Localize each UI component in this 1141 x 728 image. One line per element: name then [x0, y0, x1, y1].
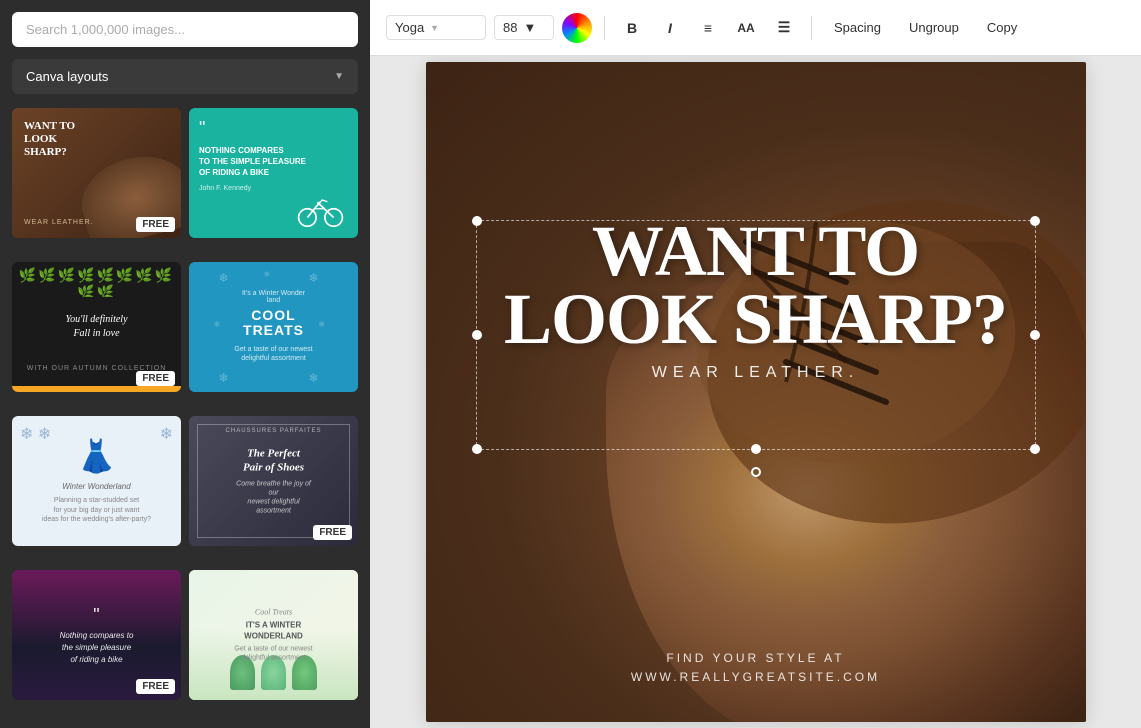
card3-title: You'll definitelyFall in love: [20, 313, 172, 341]
card7-quote: Nothing compares tothe simple pleasureof…: [24, 630, 169, 666]
canvas-bottom-text: FIND YOUR STYLE AT WWW.REALLYGREATSITE.C…: [426, 649, 1086, 687]
card6-caption: CHAUSSURES PARFAITES: [189, 428, 358, 434]
card6-badge: FREE: [313, 525, 352, 540]
card8-title: IT'S A WINTERWONDERLAND: [202, 620, 346, 642]
canvas-area: WANT TO LOOK SHARP? WEAR LEATHER. FIND Y…: [370, 56, 1141, 728]
search-input[interactable]: Search 1,000,000 images...: [12, 12, 358, 47]
italic-button[interactable]: I: [655, 13, 685, 43]
card2-quote: NOTHING COMPARESTO THE SIMPLE PLEASUREOF…: [199, 145, 348, 179]
layouts-dropdown[interactable]: Canva layouts ▼: [12, 59, 358, 94]
card2-author: John F. Kennedy: [199, 185, 348, 192]
color-picker-button[interactable]: [562, 13, 592, 43]
svg-text:❄: ❄: [219, 371, 229, 385]
font-selector[interactable]: Yoga ▼: [386, 15, 486, 40]
canvas-headline: WANT TO LOOK SHARP?: [471, 217, 1041, 354]
canvas-headline-group[interactable]: WANT TO LOOK SHARP? WEAR LEATHER.: [471, 217, 1041, 382]
bold-button[interactable]: B: [617, 13, 647, 43]
toolbar: Yoga ▼ 88 ▼ B I ≡ AA ☰ Spacing Ungroup: [370, 0, 1141, 56]
card8-pretitle: Cool Treats: [202, 606, 346, 617]
copy-button[interactable]: Copy: [977, 16, 1027, 39]
card1-title: WANT TOLOOKSHARP?: [24, 120, 75, 160]
size-dropdown-arrow: ▼: [523, 20, 536, 35]
template-card-5[interactable]: ❄ ❄ ❄ 👗 Winter Wonderland Planning a sta…: [12, 416, 181, 546]
card6-desc: Come breathe the joy of ournewest deligh…: [231, 479, 316, 515]
card5-title: Winter Wonderland: [62, 481, 130, 492]
ungroup-button[interactable]: Ungroup: [899, 16, 969, 39]
template-card-3[interactable]: 🌿🌿🌿🌿🌿🌿🌿🌿🌿🌿 You'll definitelyFall in love…: [12, 262, 181, 392]
card3-badge: FREE: [136, 371, 175, 386]
bike-icon: [293, 193, 348, 228]
svg-text:❄: ❄: [264, 270, 271, 279]
template-card-6[interactable]: CHAUSSURES PARFAITES The PerfectPair of …: [189, 416, 358, 546]
chevron-down-icon: ▼: [334, 71, 344, 82]
canvas-find-line2: WWW.REALLYGREATSITE.COM: [426, 668, 1086, 687]
canvas-subtext: WEAR LEATHER.: [471, 364, 1041, 382]
snowflake-icon-2: ❄: [160, 424, 173, 444]
svg-text:❄: ❄: [214, 320, 221, 329]
main-area: Yoga ▼ 88 ▼ B I ≡ AA ☰ Spacing Ungroup: [370, 0, 1141, 728]
font-size-selector[interactable]: 88 ▼: [494, 15, 554, 40]
card5-dress-icon: 👗: [77, 437, 117, 475]
font-dropdown-arrow: ▼: [430, 23, 439, 33]
svg-text:❄: ❄: [319, 320, 326, 329]
canvas[interactable]: WANT TO LOOK SHARP? WEAR LEATHER. FIND Y…: [426, 62, 1086, 722]
snowflakes-decoration: ❄ ❄ ❄ ❄ ❄ ❄ ❄: [189, 262, 358, 392]
template-card-1[interactable]: WANT TOLOOKSHARP? WEAR LEATHER. FREE: [12, 108, 181, 238]
list-button[interactable]: ☰: [769, 13, 799, 43]
card8-text: Cool Treats IT'S A WINTERWONDERLAND Get …: [202, 606, 346, 663]
svg-text:❄: ❄: [219, 271, 229, 285]
snowflake-icon: ❄ ❄: [20, 424, 51, 444]
svg-text:❄: ❄: [309, 271, 319, 285]
align-button[interactable]: ≡: [693, 13, 723, 43]
template-card-7[interactable]: " Nothing compares tothe simple pleasure…: [12, 570, 181, 700]
card7-badge: FREE: [136, 679, 175, 694]
svg-text:❄: ❄: [309, 371, 319, 385]
card6-title: The PerfectPair of Shoes Come breathe th…: [231, 447, 316, 516]
card1-subtitle: WEAR LEATHER.: [24, 219, 94, 226]
card5-subtitle: Planning a star-studded setfor your big …: [42, 496, 151, 525]
card1-badge: FREE: [136, 217, 175, 232]
template-grid: WANT TOLOOKSHARP? WEAR LEATHER. FREE " N…: [12, 108, 358, 716]
template-card-8[interactable]: Cool Treats IT'S A WINTERWONDERLAND Get …: [189, 570, 358, 700]
left-panel: Search 1,000,000 images... Canva layouts…: [0, 0, 370, 728]
quote-mark: ": [24, 605, 169, 626]
card8-desc: Get a taste of our newestdelightful asso…: [202, 644, 346, 664]
template-card-2[interactable]: " NOTHING COMPARESTO THE SIMPLE PLEASURE…: [189, 108, 358, 238]
template-card-4[interactable]: ❄ ❄ ❄ ❄ ❄ ❄ ❄ It's a Winter Wonderland C…: [189, 262, 358, 392]
toolbar-divider-1: [604, 16, 605, 40]
spacing-button[interactable]: Spacing: [824, 16, 891, 39]
toolbar-divider-2: [811, 16, 812, 40]
text-size-button[interactable]: AA: [731, 13, 761, 43]
canvas-find-line1: FIND YOUR STYLE AT: [426, 649, 1086, 668]
